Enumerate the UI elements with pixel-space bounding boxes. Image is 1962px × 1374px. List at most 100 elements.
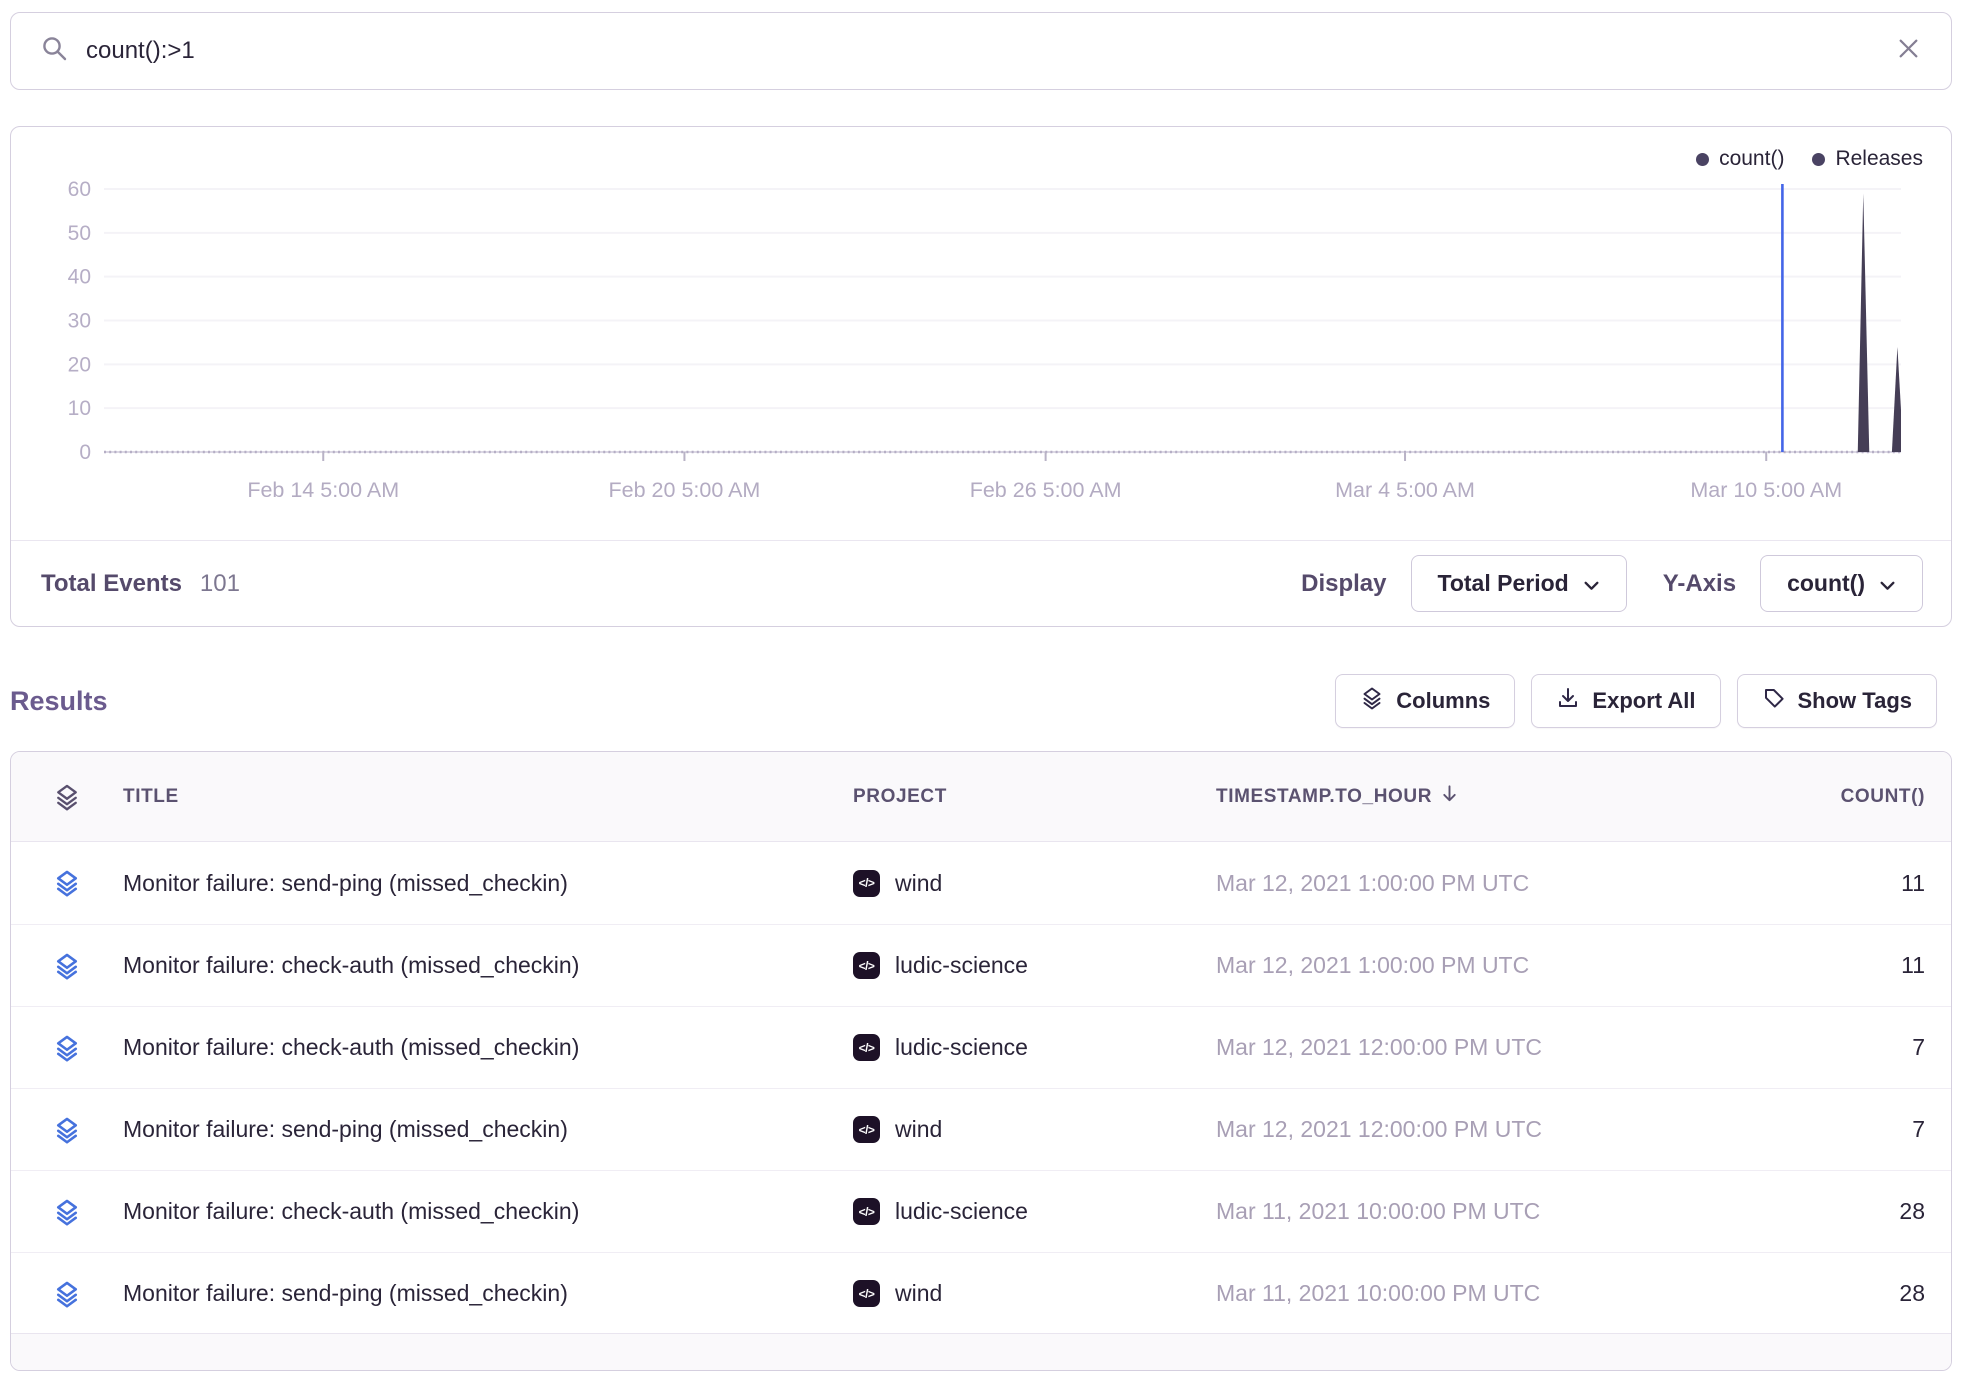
layers-icon: [11, 1116, 123, 1144]
events-chart[interactable]: 0 10 20 30 40 50 60 Feb 14 5:00 AM Feb 20 5:00 A…: [11, 127, 1951, 541]
table-row[interactable]: Monitor failure: send-ping (missed_check…: [11, 842, 1951, 924]
project-name: ludic-science: [895, 1034, 1028, 1061]
platform-icon: </>: [853, 870, 880, 897]
results-buttons: Columns Export All Show Tags: [1335, 674, 1937, 728]
platform-icon: </>: [853, 1116, 880, 1143]
svg-text:Mar 10 5:00 AM: Mar 10 5:00 AM: [1690, 478, 1842, 502]
svg-text:50: 50: [68, 222, 91, 245]
layers-icon: [11, 1034, 123, 1062]
project-cell: </> wind: [853, 870, 1216, 897]
table-row[interactable]: Monitor failure: check-auth (missed_chec…: [11, 924, 1951, 1006]
svg-text:60: 60: [68, 178, 91, 201]
show-tags-button-label: Show Tags: [1798, 688, 1913, 714]
event-title[interactable]: Monitor failure: send-ping (missed_check…: [123, 1116, 853, 1143]
search-icon: [41, 35, 68, 67]
svg-text:Feb 26 5:00 AM: Feb 26 5:00 AM: [970, 478, 1122, 502]
svg-text:30: 30: [68, 310, 91, 333]
project-name: wind: [895, 1116, 942, 1143]
event-count: 11: [1736, 952, 1951, 979]
event-timestamp: Mar 12, 2021 12:00:00 PM UTC: [1216, 1034, 1736, 1061]
table-header: TITLE PROJECT TIMESTAMP.TO_HOUR COUNT(): [11, 752, 1951, 842]
project-cell: </> ludic-science: [853, 952, 1216, 979]
project-name: wind: [895, 870, 942, 897]
table-body: Monitor failure: send-ping (missed_check…: [11, 842, 1951, 1334]
columns-button[interactable]: Columns: [1335, 674, 1515, 728]
events-chart-panel: 0 10 20 30 40 50 60 Feb 14 5:00 AM Feb 20 5:00 A…: [10, 126, 1952, 627]
platform-icon: </>: [853, 1198, 880, 1225]
layers-icon: [1360, 686, 1384, 716]
columns-button-label: Columns: [1396, 688, 1490, 714]
event-timestamp: Mar 12, 2021 1:00:00 PM UTC: [1216, 870, 1736, 897]
results-heading: Results: [10, 686, 108, 717]
platform-icon: </>: [853, 952, 880, 979]
project-name: wind: [895, 1280, 942, 1307]
event-timestamp: Mar 11, 2021 10:00:00 PM UTC: [1216, 1280, 1736, 1307]
tag-icon: [1762, 686, 1786, 716]
project-name: ludic-science: [895, 952, 1028, 979]
search-bar[interactable]: [10, 12, 1952, 90]
chevron-down-icon: [1583, 571, 1600, 598]
legend-item-count[interactable]: count(): [1696, 147, 1784, 171]
column-header-count[interactable]: COUNT(): [1736, 786, 1951, 808]
event-count: 28: [1736, 1280, 1951, 1307]
chevron-down-icon: [1879, 571, 1896, 598]
table-row[interactable]: Monitor failure: check-auth (missed_chec…: [11, 1170, 1951, 1252]
total-events: Total Events 101: [41, 570, 240, 598]
event-title[interactable]: Monitor failure: check-auth (missed_chec…: [123, 1198, 853, 1225]
event-title[interactable]: Monitor failure: check-auth (missed_chec…: [123, 952, 853, 979]
svg-text:20: 20: [68, 353, 91, 376]
display-label: Display: [1301, 570, 1386, 598]
svg-text:40: 40: [68, 266, 91, 289]
column-header-timestamp[interactable]: TIMESTAMP.TO_HOUR: [1216, 783, 1736, 810]
legend-label: count(): [1719, 147, 1784, 171]
chart-footer: Total Events 101 Display Total Period Y-…: [11, 540, 1951, 626]
legend-item-releases[interactable]: Releases: [1812, 147, 1923, 171]
legend-dot-icon: [1696, 153, 1709, 166]
download-icon: [1556, 686, 1580, 716]
svg-text:Feb 14 5:00 AM: Feb 14 5:00 AM: [247, 478, 399, 502]
project-cell: </> wind: [853, 1116, 1216, 1143]
project-name: ludic-science: [895, 1198, 1028, 1225]
show-tags-button[interactable]: Show Tags: [1737, 674, 1938, 728]
count-spike: [1892, 347, 1904, 452]
event-title[interactable]: Monitor failure: check-auth (missed_chec…: [123, 1034, 853, 1061]
project-cell: </> ludic-science: [853, 1198, 1216, 1225]
svg-text:Feb 20 5:00 AM: Feb 20 5:00 AM: [609, 478, 761, 502]
chart-legend: count() Releases: [1696, 147, 1923, 171]
display-dropdown-value: Total Period: [1438, 570, 1569, 597]
project-cell: </> wind: [853, 1280, 1216, 1307]
svg-text:10: 10: [68, 397, 91, 420]
yaxis-dropdown[interactable]: count(): [1760, 555, 1923, 612]
table-row[interactable]: Monitor failure: send-ping (missed_check…: [11, 1088, 1951, 1170]
event-title[interactable]: Monitor failure: send-ping (missed_check…: [123, 1280, 853, 1307]
results-table: TITLE PROJECT TIMESTAMP.TO_HOUR COUNT() …: [10, 751, 1952, 1371]
column-header-project[interactable]: PROJECT: [853, 786, 1216, 808]
results-bar: Results Columns Export All: [10, 674, 1937, 728]
event-count: 7: [1736, 1116, 1951, 1143]
total-events-value: 101: [200, 570, 240, 598]
layers-icon: [11, 1280, 123, 1308]
column-header-title[interactable]: TITLE: [123, 786, 853, 808]
layers-icon: [11, 783, 123, 811]
legend-label: Releases: [1835, 147, 1923, 171]
svg-text:Mar 4 5:00 AM: Mar 4 5:00 AM: [1335, 478, 1475, 502]
layers-icon: [11, 1198, 123, 1226]
sort-descending-icon: [1440, 783, 1459, 810]
clear-search-icon[interactable]: [1896, 36, 1921, 66]
event-count: 7: [1736, 1034, 1951, 1061]
platform-icon: </>: [853, 1034, 880, 1061]
table-row[interactable]: Monitor failure: send-ping (missed_check…: [11, 1252, 1951, 1334]
yaxis-label: Y-Axis: [1663, 570, 1736, 598]
yaxis-dropdown-value: count(): [1787, 570, 1865, 597]
svg-text:0: 0: [79, 441, 91, 464]
layers-icon: [11, 952, 123, 980]
event-title[interactable]: Monitor failure: send-ping (missed_check…: [123, 870, 853, 897]
search-input[interactable]: [86, 37, 1896, 65]
project-cell: </> ludic-science: [853, 1034, 1216, 1061]
total-events-label: Total Events: [41, 570, 182, 598]
legend-dot-icon: [1812, 153, 1825, 166]
export-all-button[interactable]: Export All: [1531, 674, 1720, 728]
export-all-button-label: Export All: [1592, 688, 1695, 714]
table-row[interactable]: Monitor failure: check-auth (missed_chec…: [11, 1006, 1951, 1088]
display-dropdown[interactable]: Total Period: [1411, 555, 1627, 612]
